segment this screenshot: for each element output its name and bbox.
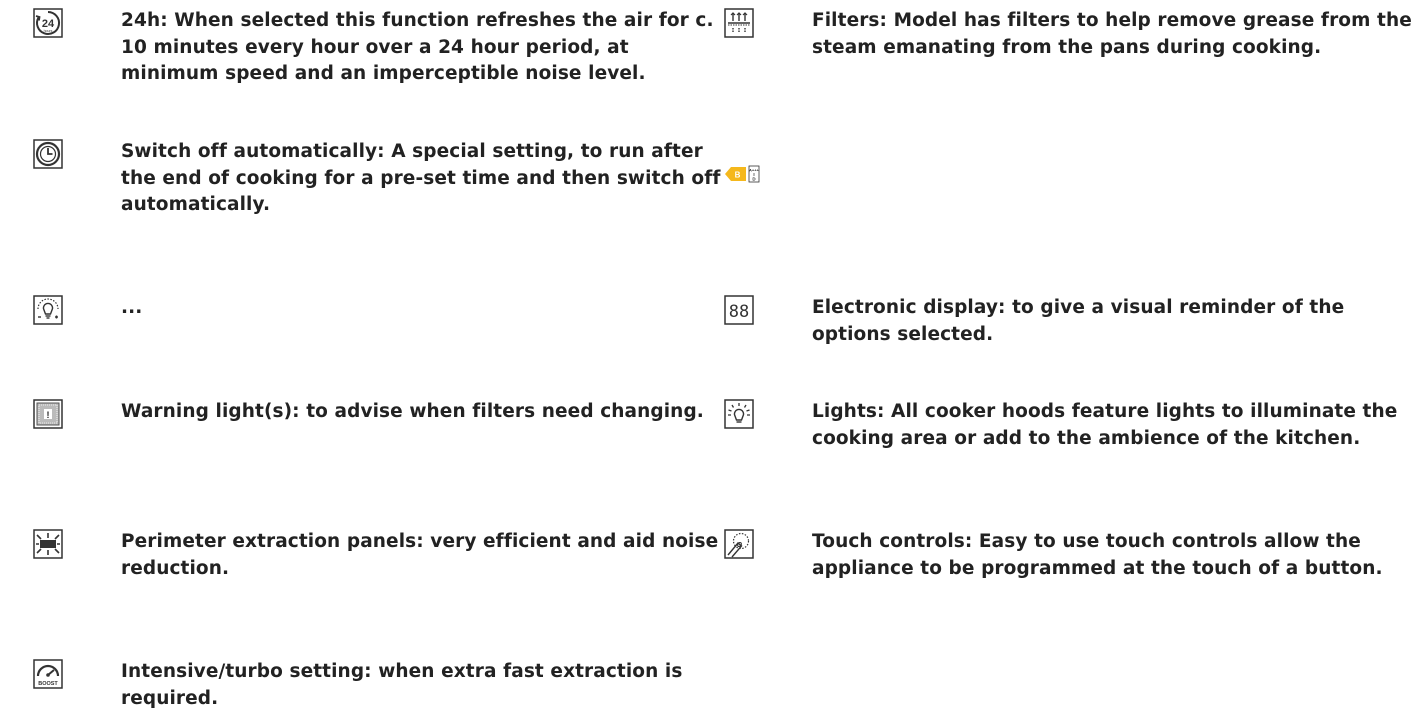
feature-text: Lights: All cooker hoods feature lights … (812, 401, 1398, 449)
filter-warning-icon: ! (33, 399, 63, 429)
feature-text: Perimeter extraction panels: very effici… (121, 531, 719, 579)
feature-text: ... (121, 297, 143, 318)
svg-text:B: B (735, 171, 741, 180)
feature-text: Intensive/turbo setting: when extra fast… (121, 661, 683, 709)
digital-display-icon: 88 (724, 295, 754, 325)
perimeter-extraction-icon (33, 529, 63, 559)
touch-control-icon (724, 529, 754, 559)
svg-text:88: 88 (729, 302, 749, 322)
24-hours-icon: 24 hours (33, 8, 63, 38)
feature-text: Electronic display: to give a visual rem… (812, 297, 1345, 345)
grease-filter-icon (724, 8, 754, 38)
energy-class-icon: B A+++ D (724, 164, 760, 184)
clock-icon (33, 139, 63, 169)
dimmable-light-icon (33, 295, 63, 325)
feature-text: Warning light(s): to advise when filters… (121, 401, 704, 422)
feature-text: Filters: Model has filters to help remov… (812, 10, 1412, 58)
feature-text: Touch controls: Easy to use touch contro… (812, 531, 1383, 579)
feature-text: Switch off automatically: A special sett… (121, 141, 721, 215)
svg-text:hours: hours (44, 29, 53, 33)
svg-text:BOOST: BOOST (38, 681, 58, 687)
light-bulb-icon (724, 399, 754, 429)
boost-icon: BOOST (33, 659, 63, 689)
feature-text: 24h: When selected this function refresh… (121, 10, 714, 84)
svg-text:!: ! (47, 410, 50, 420)
svg-text:A+++: A+++ (749, 168, 760, 173)
